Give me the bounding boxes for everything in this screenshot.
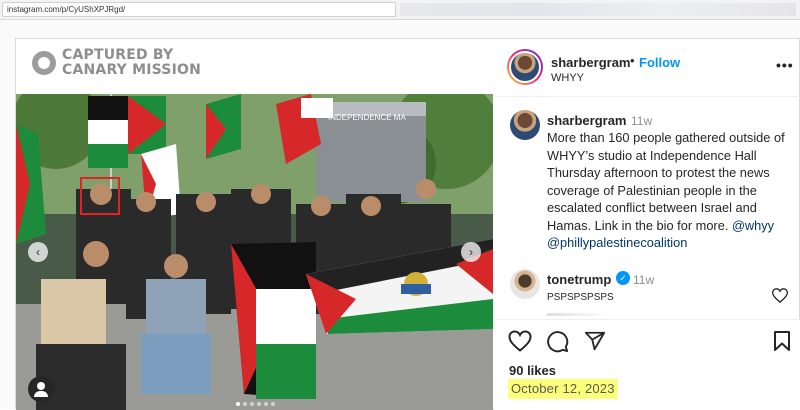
like-icon[interactable] [508, 330, 532, 352]
carousel-dot [236, 402, 240, 406]
caption-username[interactable]: sharbergram [547, 113, 626, 128]
author-subtitle[interactable]: WHYY [551, 72, 584, 84]
blurred-toolbar [400, 3, 796, 16]
carousel-dot [243, 402, 247, 406]
separator-dot: • [630, 53, 635, 68]
previous-slide-button[interactable]: ‹ [28, 242, 48, 262]
post-photo[interactable]: INDEPENDENCE MA ‹ › [16, 94, 493, 410]
follow-button[interactable]: Follow [639, 55, 680, 70]
comment-avatar[interactable] [510, 269, 540, 299]
comment-time: 11w [633, 273, 655, 287]
carousel-dot [264, 402, 268, 406]
canary-mission-watermark: CAPTURED BY CANARY MISSION [32, 48, 201, 78]
carousel-dot [271, 402, 275, 406]
share-icon[interactable] [584, 330, 606, 352]
watermark-line1: CAPTURED BY [62, 47, 174, 63]
cropped-comment [547, 313, 607, 316]
carousel-dot [257, 402, 261, 406]
protest-photo-illustration: INDEPENDENCE MA [16, 94, 493, 410]
chevron-left-icon: ‹ [36, 245, 40, 259]
comment-text: PSPSPSPSPS [547, 292, 614, 303]
comment-username[interactable]: tonetrump [547, 272, 611, 287]
instagram-post: CAPTURED BY CANARY MISSION INDEPENDENCE … [15, 38, 800, 410]
post-date: October 12, 2023 [511, 381, 615, 396]
comment-icon[interactable] [546, 330, 569, 353]
author-avatar[interactable] [507, 49, 543, 85]
browser-toolbar: instagram.com/p/CyUShXPJRgd/ [0, 0, 800, 20]
building-sign: INDEPENDENCE MA [328, 113, 406, 122]
next-slide-button[interactable]: › [461, 242, 481, 262]
caption-time: 11w [631, 114, 653, 128]
address-bar[interactable]: instagram.com/p/CyUShXPJRgd/ [2, 2, 396, 17]
post-header: sharbergram • Follow WHYY ••• [494, 39, 800, 97]
mention-whyy[interactable]: @whyy [732, 218, 774, 233]
caption-text: More than 160 people gathered outside of… [547, 129, 795, 252]
author-username[interactable]: sharbergram [551, 55, 630, 70]
post-date-highlight: October 12, 2023 [508, 379, 618, 399]
post-actions: 90 likes October 12, 2023 [494, 319, 800, 410]
mention-philly-palestine[interactable]: @phillypalestinecoalition [547, 235, 687, 250]
verified-badge-icon: ✓ [616, 271, 630, 285]
tagged-users-icon[interactable] [28, 376, 54, 402]
comment-like-icon[interactable] [772, 288, 788, 303]
caption-avatar[interactable] [510, 110, 540, 140]
face-highlight-box [80, 177, 120, 215]
canary-logo-icon [32, 51, 56, 75]
more-options-icon[interactable]: ••• [776, 57, 794, 73]
chevron-right-icon: › [469, 245, 473, 259]
carousel-dots [236, 402, 275, 406]
like-count[interactable]: 90 likes [509, 363, 556, 378]
save-bookmark-icon[interactable] [773, 330, 791, 352]
post-sidebar: sharbergram • Follow WHYY ••• sharbergra… [494, 39, 800, 410]
watermark-line2: CANARY MISSION [62, 62, 201, 78]
carousel-dot [250, 402, 254, 406]
